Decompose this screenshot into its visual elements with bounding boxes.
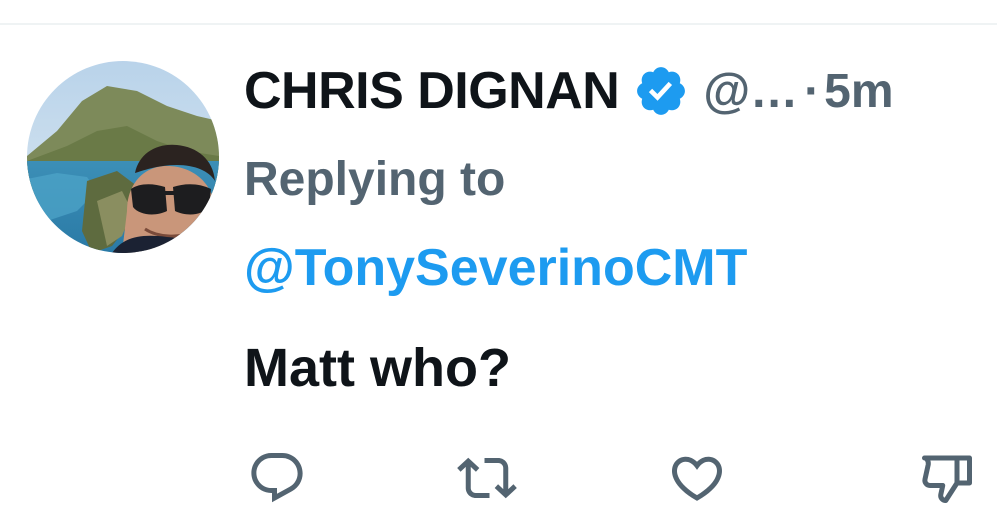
dislike-icon <box>917 448 977 508</box>
separator-dot: · <box>804 64 821 118</box>
display-name[interactable]: CHRIS DIGNAN <box>244 61 620 121</box>
handle[interactable]: @… <box>703 64 798 119</box>
tweet-text: Matt who? <box>244 338 511 398</box>
like-icon <box>667 448 727 508</box>
tweet-actions <box>0 445 997 511</box>
replying-label: Replying to <box>244 153 506 206</box>
retweet-icon <box>457 448 517 508</box>
tweet-header: CHRIS DIGNAN @… · 5m <box>244 57 894 125</box>
verified-badge-icon <box>633 63 689 119</box>
like-button[interactable] <box>664 445 730 511</box>
reply-button[interactable] <box>244 445 310 511</box>
replying-to-mention[interactable]: @TonySeverinoCMT <box>244 238 747 298</box>
avatar[interactable] <box>27 61 219 253</box>
dislike-button[interactable] <box>914 445 980 511</box>
reply-icon <box>247 448 307 508</box>
retweet-button[interactable] <box>454 445 520 511</box>
top-divider <box>0 23 997 25</box>
timestamp[interactable]: 5m <box>824 64 893 119</box>
